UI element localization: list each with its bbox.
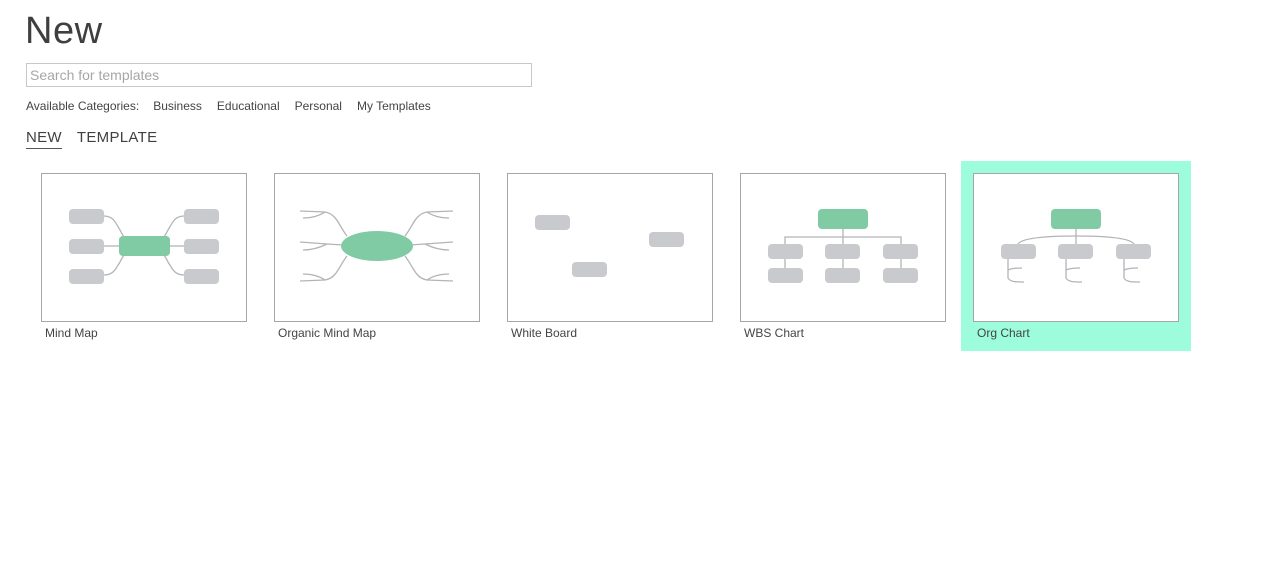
white-board-thumbnail — [507, 173, 713, 322]
tab-template[interactable]: TEMPLATE — [77, 129, 157, 149]
template-card-mind-map[interactable]: Mind Map — [29, 161, 259, 351]
template-label: Org Chart — [977, 326, 1030, 340]
search-input[interactable] — [26, 63, 532, 87]
category-bar: Available Categories: Business Education… — [26, 99, 446, 113]
category-personal[interactable]: Personal — [295, 99, 342, 113]
template-label: White Board — [511, 326, 578, 340]
template-label: Mind Map — [45, 326, 98, 340]
template-card-organic-mind-map[interactable]: Organic Mind Map — [262, 161, 492, 351]
category-business[interactable]: Business — [153, 99, 202, 113]
categories-label: Available Categories: — [26, 99, 140, 113]
template-card-org-chart[interactable]: Org Chart — [961, 161, 1191, 351]
wbs-chart-thumbnail — [740, 173, 946, 322]
tab-new[interactable]: NEW — [26, 129, 62, 149]
category-educational[interactable]: Educational — [217, 99, 280, 113]
tab-bar: NEW TEMPLATE — [26, 129, 172, 149]
mind-map-thumbnail — [41, 173, 247, 322]
template-card-white-board[interactable]: White Board — [495, 161, 725, 351]
page-title: New — [25, 10, 103, 52]
template-card-wbs-chart[interactable]: WBS Chart — [728, 161, 958, 351]
org-chart-thumbnail — [973, 173, 1179, 322]
template-label: Organic Mind Map — [278, 326, 377, 340]
organic-mind-map-thumbnail — [274, 173, 480, 322]
template-label: WBS Chart — [744, 326, 805, 340]
category-my-templates[interactable]: My Templates — [357, 99, 431, 113]
